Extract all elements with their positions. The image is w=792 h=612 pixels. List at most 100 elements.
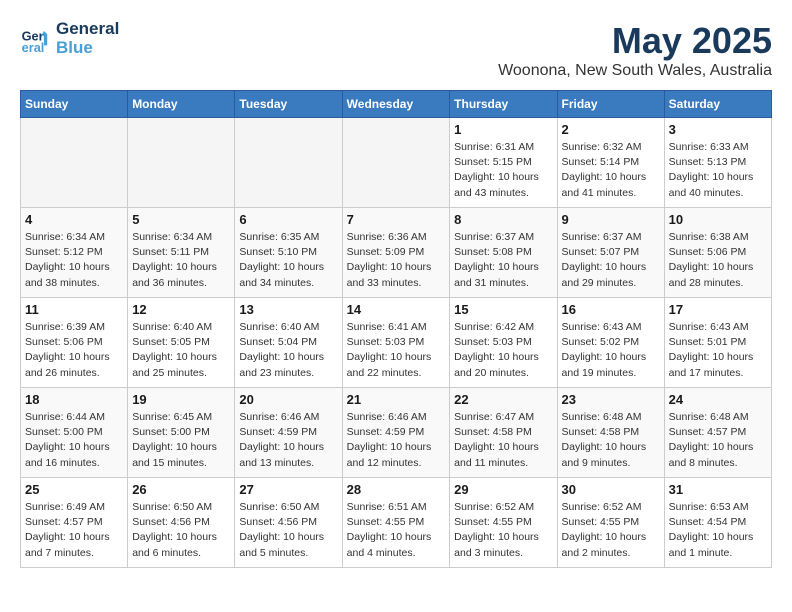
calendar-week-row-1: 1Sunrise: 6:31 AMSunset: 5:15 PMDaylight… bbox=[21, 118, 772, 208]
calendar-cell: 14Sunrise: 6:41 AMSunset: 5:03 PMDayligh… bbox=[342, 298, 450, 388]
day-number: 28 bbox=[347, 482, 446, 497]
svg-text:eral: eral bbox=[22, 39, 45, 54]
calendar-cell: 22 Sunrise: 6:47 AMSunset: 4:58 PMDayligh… bbox=[450, 388, 557, 478]
day-info: Sunrise: 6:52 AMSunset: 4:55 PMDaylight:… bbox=[562, 500, 660, 561]
day-number: 20 bbox=[239, 392, 337, 407]
day-number: 31 bbox=[669, 482, 767, 497]
calendar-cell: 4Sunrise: 6:34 AMSunset: 5:12 PMDaylight… bbox=[21, 208, 128, 298]
weekday-header-monday: Monday bbox=[128, 91, 235, 118]
calendar-cell: 15 Sunrise: 6:42 AMSunset: 5:03 PMDayligh… bbox=[450, 298, 557, 388]
day-number: 19 bbox=[132, 392, 230, 407]
day-info: Sunrise: 6:50 AMSunset: 4:56 PMDaylight:… bbox=[132, 500, 230, 561]
calendar-table: SundayMondayTuesdayWednesdayThursdayFrid… bbox=[20, 90, 772, 568]
calendar-cell: 5Sunrise: 6:34 AMSunset: 5:11 PMDaylight… bbox=[128, 208, 235, 298]
calendar-cell: 26 Sunrise: 6:50 AMSunset: 4:56 PMDayligh… bbox=[128, 478, 235, 568]
day-info: Sunrise: 6:49 AMSunset: 4:57 PMDaylight:… bbox=[25, 500, 123, 561]
day-info: Sunrise: 6:48 AMSunset: 4:57 PMDaylight:… bbox=[669, 410, 767, 471]
day-info: Sunrise: 6:44 AMSunset: 5:00 PMDaylight:… bbox=[25, 410, 123, 471]
location: Woonona, New South Wales, Australia bbox=[498, 62, 772, 80]
day-info: Sunrise: 6:39 AMSunset: 5:06 PMDaylight:… bbox=[25, 320, 123, 381]
calendar-week-row-3: 11 Sunrise: 6:39 AMSunset: 5:06 PMDayligh… bbox=[21, 298, 772, 388]
calendar-cell: 21 Sunrise: 6:46 AMSunset: 4:59 PMDayligh… bbox=[342, 388, 450, 478]
calendar-cell bbox=[128, 118, 235, 208]
calendar-cell: 11 Sunrise: 6:39 AMSunset: 5:06 PMDayligh… bbox=[21, 298, 128, 388]
calendar-cell: 16 Sunrise: 6:43 AMSunset: 5:02 PMDayligh… bbox=[557, 298, 664, 388]
day-number: 24 bbox=[669, 392, 767, 407]
weekday-header-saturday: Saturday bbox=[664, 91, 771, 118]
day-info: Sunrise: 6:41 AMSunset: 5:03 PMDaylight:… bbox=[347, 320, 446, 381]
calendar-cell: 27Sunrise: 6:50 AMSunset: 4:56 PMDayligh… bbox=[235, 478, 342, 568]
calendar-cell: 28 Sunrise: 6:51 AMSunset: 4:55 PMDayligh… bbox=[342, 478, 450, 568]
day-info: Sunrise: 6:46 AMSunset: 4:59 PMDaylight:… bbox=[239, 410, 337, 471]
day-number: 7 bbox=[347, 212, 446, 227]
day-number: 17 bbox=[669, 302, 767, 317]
calendar-cell: 2Sunrise: 6:32 AMSunset: 5:14 PMDaylight… bbox=[557, 118, 664, 208]
calendar-cell: 20 Sunrise: 6:46 AMSunset: 4:59 PMDayligh… bbox=[235, 388, 342, 478]
calendar-cell bbox=[342, 118, 450, 208]
logo: Gen eral General Blue bbox=[20, 20, 119, 57]
page-header: Gen eral General Blue May 2025 Woonona, … bbox=[20, 20, 772, 80]
day-info: Sunrise: 6:53 AMSunset: 4:54 PMDaylight:… bbox=[669, 500, 767, 561]
day-number: 18 bbox=[25, 392, 123, 407]
day-number: 26 bbox=[132, 482, 230, 497]
day-number: 25 bbox=[25, 482, 123, 497]
calendar-cell: 24 Sunrise: 6:48 AMSunset: 4:57 PMDayligh… bbox=[664, 388, 771, 478]
day-number: 11 bbox=[25, 302, 123, 317]
day-number: 6 bbox=[239, 212, 337, 227]
calendar-cell: 23Sunrise: 6:48 AMSunset: 4:58 PMDayligh… bbox=[557, 388, 664, 478]
day-info: Sunrise: 6:51 AMSunset: 4:55 PMDaylight:… bbox=[347, 500, 446, 561]
day-info: Sunrise: 6:47 AMSunset: 4:58 PMDaylight:… bbox=[454, 410, 552, 471]
calendar-cell: 12 Sunrise: 6:40 AMSunset: 5:05 PMDayligh… bbox=[128, 298, 235, 388]
calendar-cell: 30 Sunrise: 6:52 AMSunset: 4:55 PMDayligh… bbox=[557, 478, 664, 568]
weekday-header-friday: Friday bbox=[557, 91, 664, 118]
weekday-header-row: SundayMondayTuesdayWednesdayThursdayFrid… bbox=[21, 91, 772, 118]
day-info: Sunrise: 6:40 AMSunset: 5:04 PMDaylight:… bbox=[239, 320, 337, 381]
weekday-header-tuesday: Tuesday bbox=[235, 91, 342, 118]
day-info: Sunrise: 6:50 AMSunset: 4:56 PMDaylight:… bbox=[239, 500, 337, 561]
weekday-header-wednesday: Wednesday bbox=[342, 91, 450, 118]
calendar-cell: 19 Sunrise: 6:45 AMSunset: 5:00 PMDayligh… bbox=[128, 388, 235, 478]
day-number: 5 bbox=[132, 212, 230, 227]
calendar-cell: 17 Sunrise: 6:43 AMSunset: 5:01 PMDayligh… bbox=[664, 298, 771, 388]
calendar-cell: 7 Sunrise: 6:36 AMSunset: 5:09 PMDaylight… bbox=[342, 208, 450, 298]
day-info: Sunrise: 6:37 AMSunset: 5:08 PMDaylight:… bbox=[454, 230, 552, 291]
calendar-cell: 1Sunrise: 6:31 AMSunset: 5:15 PMDaylight… bbox=[450, 118, 557, 208]
calendar-cell: 18 Sunrise: 6:44 AMSunset: 5:00 PMDayligh… bbox=[21, 388, 128, 478]
day-info: Sunrise: 6:43 AMSunset: 5:02 PMDaylight:… bbox=[562, 320, 660, 381]
weekday-header-thursday: Thursday bbox=[450, 91, 557, 118]
calendar-week-row-5: 25 Sunrise: 6:49 AMSunset: 4:57 PMDayligh… bbox=[21, 478, 772, 568]
day-number: 30 bbox=[562, 482, 660, 497]
day-info: Sunrise: 6:37 AMSunset: 5:07 PMDaylight:… bbox=[562, 230, 660, 291]
day-number: 21 bbox=[347, 392, 446, 407]
day-number: 16 bbox=[562, 302, 660, 317]
day-info: Sunrise: 6:46 AMSunset: 4:59 PMDaylight:… bbox=[347, 410, 446, 471]
calendar-cell: 25 Sunrise: 6:49 AMSunset: 4:57 PMDayligh… bbox=[21, 478, 128, 568]
calendar-cell: 6 Sunrise: 6:35 AMSunset: 5:10 PMDaylight… bbox=[235, 208, 342, 298]
title-block: May 2025 Woonona, New South Wales, Austr… bbox=[498, 20, 772, 80]
day-info: Sunrise: 6:33 AMSunset: 5:13 PMDaylight:… bbox=[669, 140, 767, 201]
logo-line1: General bbox=[56, 20, 119, 39]
day-number: 12 bbox=[132, 302, 230, 317]
day-info: Sunrise: 6:52 AMSunset: 4:55 PMDaylight:… bbox=[454, 500, 552, 561]
day-info: Sunrise: 6:40 AMSunset: 5:05 PMDaylight:… bbox=[132, 320, 230, 381]
day-info: Sunrise: 6:35 AMSunset: 5:10 PMDaylight:… bbox=[239, 230, 337, 291]
day-info: Sunrise: 6:34 AMSunset: 5:12 PMDaylight:… bbox=[25, 230, 123, 291]
day-number: 13 bbox=[239, 302, 337, 317]
calendar-cell: 9 Sunrise: 6:37 AMSunset: 5:07 PMDaylight… bbox=[557, 208, 664, 298]
day-number: 15 bbox=[454, 302, 552, 317]
calendar-cell bbox=[21, 118, 128, 208]
day-info: Sunrise: 6:43 AMSunset: 5:01 PMDaylight:… bbox=[669, 320, 767, 381]
day-number: 10 bbox=[669, 212, 767, 227]
day-info: Sunrise: 6:36 AMSunset: 5:09 PMDaylight:… bbox=[347, 230, 446, 291]
day-number: 3 bbox=[669, 122, 767, 137]
day-info: Sunrise: 6:48 AMSunset: 4:58 PMDaylight:… bbox=[562, 410, 660, 471]
calendar-week-row-4: 18 Sunrise: 6:44 AMSunset: 5:00 PMDayligh… bbox=[21, 388, 772, 478]
day-number: 8 bbox=[454, 212, 552, 227]
calendar-cell: 29 Sunrise: 6:52 AMSunset: 4:55 PMDayligh… bbox=[450, 478, 557, 568]
day-info: Sunrise: 6:42 AMSunset: 5:03 PMDaylight:… bbox=[454, 320, 552, 381]
day-number: 29 bbox=[454, 482, 552, 497]
day-info: Sunrise: 6:45 AMSunset: 5:00 PMDaylight:… bbox=[132, 410, 230, 471]
day-number: 9 bbox=[562, 212, 660, 227]
calendar-cell: 8 Sunrise: 6:37 AMSunset: 5:08 PMDaylight… bbox=[450, 208, 557, 298]
day-number: 22 bbox=[454, 392, 552, 407]
